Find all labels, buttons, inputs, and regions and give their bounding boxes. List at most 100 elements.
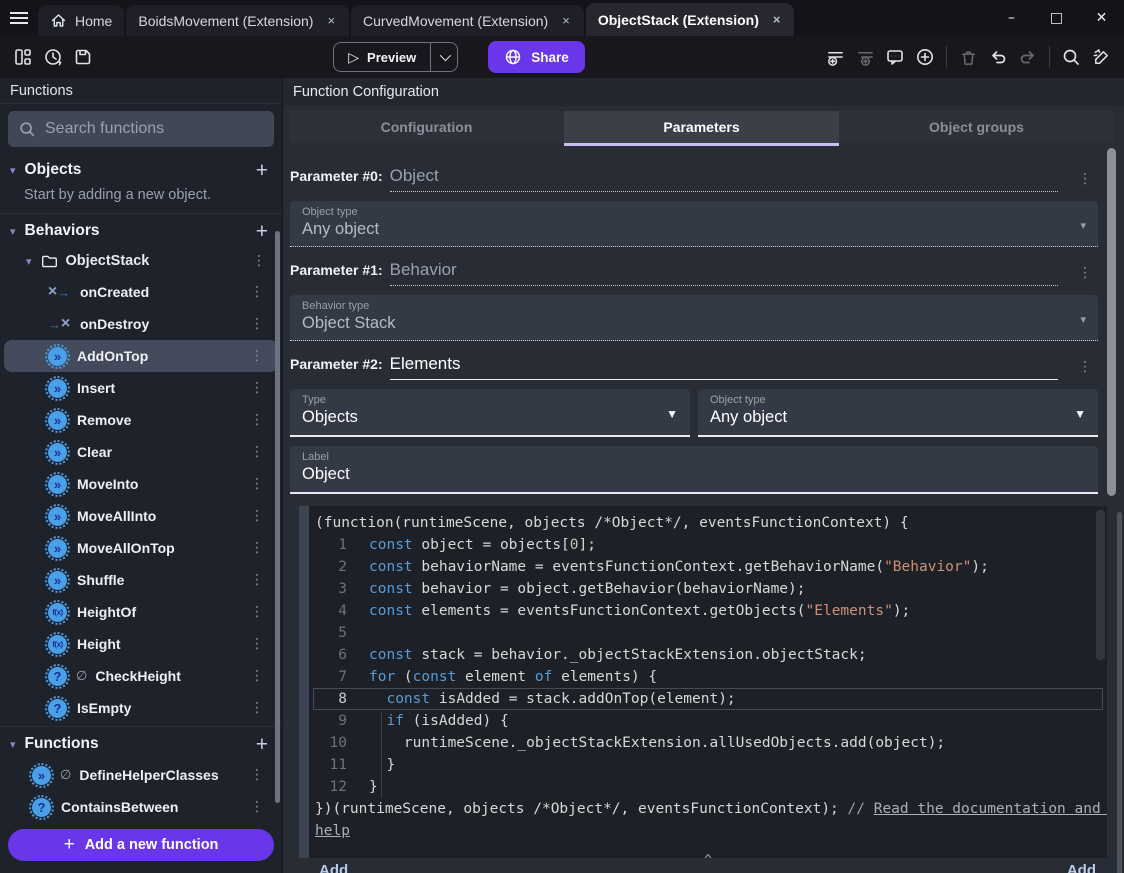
maximize-icon[interactable]: □ xyxy=(1034,0,1079,36)
item-menu-button[interactable]: ⋮ xyxy=(244,799,270,815)
minimize-icon[interactable]: – xyxy=(989,0,1034,36)
close-icon[interactable]: ✕ xyxy=(1079,0,1124,36)
item-menu-button[interactable]: ⋮ xyxy=(244,316,270,332)
sidebar-scrollbar[interactable] xyxy=(275,231,280,803)
sidebar-item-height[interactable]: f(x) Height ⋮ xyxy=(4,628,278,660)
type-select[interactable]: Type Objects ▼ xyxy=(290,389,690,437)
share-button[interactable]: Share xyxy=(488,41,585,73)
parameter-name-field[interactable]: Behavior xyxy=(390,260,457,279)
item-menu-button[interactable]: ⋮ xyxy=(244,767,270,783)
item-menu-button[interactable]: ⋮ xyxy=(244,284,270,300)
preview-options-button[interactable] xyxy=(430,43,457,71)
add-other-button[interactable] xyxy=(910,42,940,72)
behaviors-section-header[interactable]: ▾ Behaviors + xyxy=(0,216,282,246)
code-line-10[interactable]: 10 runtimeScene._objectStackExtension.al… xyxy=(313,732,1103,754)
sidebar-item-checkheight[interactable]: ? ∅ CheckHeight ⋮ xyxy=(4,660,278,692)
objects-section-header[interactable]: ▾ Objects + xyxy=(0,155,282,185)
group-menu-button[interactable]: ⋮ xyxy=(246,253,272,269)
open-panels-button[interactable] xyxy=(8,42,38,72)
code-line-12[interactable]: 12} xyxy=(313,776,1103,798)
item-menu-button[interactable]: ⋮ xyxy=(244,540,270,556)
parameter-menu-button[interactable]: ⋮ xyxy=(1072,265,1098,281)
tab-curvedmovement[interactable]: CurvedMovement (Extension) × xyxy=(351,5,584,36)
code-line-7[interactable]: 7 for (const element of elements) { xyxy=(313,666,1103,688)
add-button-clipped[interactable]: Add xyxy=(1067,862,1096,873)
add-free-function-button[interactable]: + xyxy=(252,734,272,755)
functions-section-header[interactable]: ▾ Functions + xyxy=(0,729,282,759)
search-input[interactable] xyxy=(45,120,245,138)
editor-scrollbar[interactable] xyxy=(1096,510,1105,660)
add-subevent-button[interactable] xyxy=(850,42,880,72)
search-functions-box[interactable] xyxy=(8,111,274,147)
parameter-menu-button[interactable]: ⋮ xyxy=(1072,171,1098,187)
code-line-1[interactable]: 1 const object = objects[0]; xyxy=(313,534,1103,556)
add-button-clipped[interactable]: Add xyxy=(319,862,348,873)
collapse-editor-button[interactable]: ^ xyxy=(313,850,1103,858)
search-button[interactable] xyxy=(1056,42,1086,72)
main-menu-button[interactable] xyxy=(0,0,38,36)
close-tab-icon[interactable]: × xyxy=(325,13,337,28)
tab-boidsmovement[interactable]: BoidsMovement (Extension) × xyxy=(126,5,350,36)
item-menu-button[interactable]: ⋮ xyxy=(244,444,270,460)
code-line-9[interactable]: 9 if (isAdded) { xyxy=(313,710,1103,732)
behavior-type-select[interactable]: Behavior type Object Stack ▾ xyxy=(290,295,1098,341)
code-line-6[interactable]: 6 const stack = behavior._objectStackExte… xyxy=(313,644,1103,666)
preview-button[interactable]: ▷ Preview xyxy=(334,49,430,66)
sidebar-item-heightof[interactable]: f(x) HeightOf ⋮ xyxy=(4,596,278,628)
object-type-select[interactable]: Object type Any object ▼ xyxy=(698,389,1098,437)
parameter-menu-button[interactable]: ⋮ xyxy=(1072,359,1098,375)
add-behavior-button[interactable]: + xyxy=(252,221,272,242)
item-menu-button[interactable]: ⋮ xyxy=(244,380,270,396)
add-event-button[interactable] xyxy=(820,42,850,72)
code-line-5[interactable]: 5 xyxy=(313,622,1103,644)
item-menu-button[interactable]: ⋮ xyxy=(244,508,270,524)
label-input[interactable]: Label Object xyxy=(290,446,1098,494)
item-menu-button[interactable]: ⋮ xyxy=(244,700,270,716)
sidebar-item-clear[interactable]: » Clear ⋮ xyxy=(4,436,278,468)
code-block-handle[interactable] xyxy=(299,506,309,858)
item-menu-button[interactable]: ⋮ xyxy=(244,572,270,588)
code-line-8[interactable]: 8 const isAdded = stack.addOnTop(element… xyxy=(313,688,1103,710)
edit-extension-button[interactable] xyxy=(1086,42,1116,72)
item-menu-button[interactable]: ⋮ xyxy=(244,604,270,620)
tab-configuration[interactable]: Configuration xyxy=(289,111,564,143)
add-new-function-button[interactable]: + Add a new function xyxy=(8,829,274,861)
sidebar-item-definehelperclasses[interactable]: » ∅ DefineHelperClasses ⋮ xyxy=(4,759,278,791)
parameters-scrollbar[interactable] xyxy=(1107,148,1116,496)
add-comment-button[interactable] xyxy=(880,42,910,72)
sidebar-item-moveallontop[interactable]: » MoveAllOnTop ⋮ xyxy=(4,532,278,564)
sidebar-item-moveinto[interactable]: » MoveInto ⋮ xyxy=(4,468,278,500)
item-menu-button[interactable]: ⋮ xyxy=(244,412,270,428)
sidebar-item-isempty[interactable]: ? IsEmpty ⋮ xyxy=(4,692,278,724)
sidebar-item-oncreated[interactable]: × → onCreated ⋮ xyxy=(4,276,278,308)
code-line-11[interactable]: 11 } xyxy=(313,754,1103,776)
object-type-select[interactable]: Object type Any object ▾ xyxy=(290,201,1098,247)
item-menu-button[interactable]: ⋮ xyxy=(244,636,270,652)
parameter-name-field[interactable]: Object xyxy=(390,166,439,185)
undo-button[interactable] xyxy=(983,42,1013,72)
sidebar-item-remove[interactable]: » Remove ⋮ xyxy=(4,404,278,436)
tab-objectstack[interactable]: ObjectStack (Extension) × xyxy=(585,3,795,36)
parameter-name-field[interactable]: Elements xyxy=(390,354,461,373)
sidebar-item-moveallinto[interactable]: » MoveAllInto ⋮ xyxy=(4,500,278,532)
events-scrollbar[interactable] xyxy=(1117,512,1122,873)
sidebar-item-insert[interactable]: » Insert ⋮ xyxy=(4,372,278,404)
code-editor[interactable]: (function(runtimeScene, objects /*Object… xyxy=(309,506,1107,858)
history-button[interactable] xyxy=(38,42,68,72)
sidebar-item-containsbetween[interactable]: ? ContainsBetween ⋮ xyxy=(4,791,278,823)
close-tab-icon[interactable]: × xyxy=(771,12,783,27)
close-tab-icon[interactable]: × xyxy=(560,13,572,28)
add-object-button[interactable]: + xyxy=(252,160,272,181)
code-line-4[interactable]: 4 const elements = eventsFunctionContext.… xyxy=(313,600,1103,622)
sidebar-item-shuffle[interactable]: » Shuffle ⋮ xyxy=(4,564,278,596)
redo-button[interactable] xyxy=(1013,42,1043,72)
item-menu-button[interactable]: ⋮ xyxy=(244,476,270,492)
code-line-3[interactable]: 3 const behavior = object.getBehavior(beh… xyxy=(313,578,1103,600)
sidebar-item-addontop[interactable]: » AddOnTop ⋮ xyxy=(4,340,278,372)
item-menu-button[interactable]: ⋮ xyxy=(244,668,270,684)
tab-object-groups[interactable]: Object groups xyxy=(839,111,1114,143)
tab-home[interactable]: Home xyxy=(38,5,125,36)
item-menu-button[interactable]: ⋮ xyxy=(244,348,270,364)
save-button[interactable] xyxy=(68,42,98,72)
tab-parameters[interactable]: Parameters xyxy=(564,111,839,146)
